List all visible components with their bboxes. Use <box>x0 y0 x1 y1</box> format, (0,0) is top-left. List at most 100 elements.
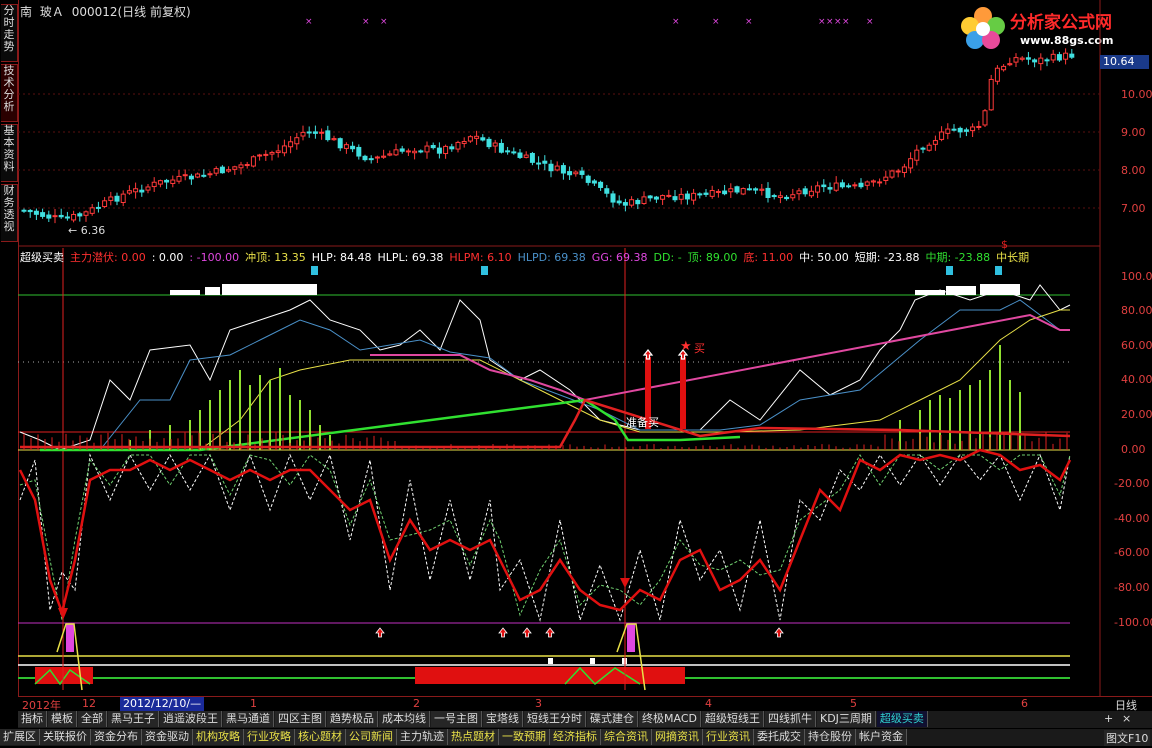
indicator-tab[interactable]: 全部 <box>78 711 107 727</box>
indicator-tab[interactable]: 黑马王子 <box>108 711 159 727</box>
candle-body <box>815 185 821 193</box>
indicator-axis-label: -80.00 <box>1114 581 1150 594</box>
info-tab[interactable]: 行业攻略 <box>244 729 295 745</box>
indicator-tab[interactable]: 一号主图 <box>431 711 482 727</box>
date-month: 5 <box>850 697 857 710</box>
indicator-tab[interactable]: 终极MACD <box>639 711 701 727</box>
indicator-axis-label: -40.00 <box>1114 512 1150 525</box>
indicator-header: 超级买卖 主力潜伏: 0.00: 0.00: -100.00 冲顶: 13.35 HL… <box>20 249 1100 265</box>
indicator-tab[interactable]: 宝塔线 <box>483 711 523 727</box>
indicator-tab[interactable]: KDJ三周期 <box>816 711 876 727</box>
svg-text:×: × <box>866 17 874 27</box>
indicator-tab[interactable]: 超级短线王 <box>701 711 764 727</box>
indicator-axis-label: 0.00 <box>1121 443 1146 456</box>
info-tab[interactable]: 公司新闻 <box>346 729 397 745</box>
indicator-tab[interactable]: 超级买卖 <box>876 711 928 727</box>
indicator-tab[interactable]: 碟式建仓 <box>587 711 638 727</box>
indicator-tab[interactable]: 模板 <box>48 711 77 727</box>
info-tab[interactable]: 资金驱动 <box>142 729 193 745</box>
candle-body <box>821 184 827 188</box>
candle-body <box>548 163 554 172</box>
candle-body <box>1025 57 1031 60</box>
info-tab[interactable]: 综合资讯 <box>601 729 652 745</box>
f10-button[interactable]: 图文F10 <box>1104 730 1151 746</box>
info-tab[interactable]: 主力轨迹 <box>397 729 448 745</box>
indicator-axis-label: 80.00 <box>1121 304 1152 317</box>
indicator-tabs: 指标 模板 全部 黑马王子 逍遥波段王 黑马通道 四区主图 趋势极品 成本均线 一号主图 宝塔线 短线… <box>18 711 1152 728</box>
candle-body <box>164 179 170 183</box>
info-tab[interactable]: 网摘资讯 <box>652 729 703 745</box>
candle-body <box>1063 52 1069 60</box>
indicator-tab[interactable]: 趋势极品 <box>327 711 378 727</box>
candle-body <box>281 145 287 154</box>
info-tab[interactable]: 资金分布 <box>91 729 142 745</box>
candle-body <box>864 181 870 186</box>
indicator-tab[interactable]: 四线抓牛 <box>764 711 816 727</box>
candle-body <box>188 175 194 180</box>
candle-body <box>957 127 963 133</box>
candle-body <box>765 187 771 198</box>
info-tab[interactable]: 扩展区 <box>0 729 40 745</box>
info-tab[interactable]: 经济指标 <box>550 729 601 745</box>
add-tab-icon[interactable]: + <box>1104 712 1113 725</box>
indicator-tab[interactable]: 逍遥波段王 <box>160 711 222 727</box>
current-price-tag: 10.64 <box>1100 55 1149 69</box>
candle-body <box>120 193 126 203</box>
info-tab[interactable]: 一致预期 <box>499 729 550 745</box>
info-tab[interactable]: 热点题材 <box>448 729 499 745</box>
candle-body <box>505 150 511 153</box>
candle-body <box>802 188 808 195</box>
candle-body <box>145 186 151 191</box>
info-tab[interactable]: 核心题材 <box>295 729 346 745</box>
candle-body <box>343 144 349 149</box>
candle-body <box>616 200 622 204</box>
indicator-value: : 0.00 <box>151 251 184 264</box>
candle-body <box>728 188 734 193</box>
indicator-axis-label: -100.00 <box>1114 616 1152 629</box>
candle-body <box>306 131 312 134</box>
candle-body <box>474 135 480 139</box>
buy-star-icon: ★ <box>680 339 692 354</box>
candle-body <box>976 125 982 128</box>
indicator-tab[interactable]: 成本均线 <box>379 711 430 727</box>
candle-body <box>170 179 176 184</box>
info-tab[interactable]: 帐户资金 <box>856 729 907 745</box>
indicator-tab[interactable]: 四区主图 <box>275 711 326 727</box>
indicator-tab[interactable]: 指标 <box>18 711 47 727</box>
candle-body <box>827 187 833 190</box>
info-tab[interactable]: 行业资讯 <box>703 729 754 745</box>
indicator-tab[interactable]: 黑马通道 <box>223 711 274 727</box>
candle-body <box>374 156 380 159</box>
candle-body <box>424 145 430 153</box>
price-axis-label: 9.00 <box>1121 126 1146 139</box>
candle-body <box>709 189 715 197</box>
candle-body <box>319 131 325 134</box>
indicator-value: HLP: 84.48 <box>311 251 372 264</box>
svg-text:×: × <box>826 17 834 27</box>
candle-body <box>58 214 64 218</box>
info-tab[interactable]: 委托成交 <box>754 729 805 745</box>
date-month: 4 <box>705 697 712 710</box>
period-label[interactable]: 日线 <box>1100 696 1152 712</box>
candle-body <box>908 158 914 169</box>
candle-body <box>219 166 225 174</box>
close-tab-icon[interactable]: × <box>1122 712 1131 725</box>
indicator-value: GG: 69.38 <box>591 251 648 264</box>
info-tab[interactable]: 持仓股份 <box>805 729 856 745</box>
candle-body <box>585 175 591 183</box>
candle-body <box>653 196 659 200</box>
indicator-tab[interactable]: 短线王分时 <box>524 711 586 727</box>
candle-body <box>883 176 889 182</box>
prepare-buy-label: 准备买 <box>626 416 659 429</box>
candle-body <box>573 171 579 175</box>
candle-body <box>89 207 95 214</box>
info-tab[interactable]: 关联报价 <box>40 729 91 745</box>
indicator-axis-label: -20.00 <box>1114 477 1150 490</box>
candle-body <box>226 169 232 172</box>
candle-body <box>312 131 318 134</box>
candle-body <box>629 199 635 206</box>
info-tab[interactable]: 机构攻略 <box>193 729 244 745</box>
candle-body <box>139 189 145 193</box>
indicator-value: HLPM: 6.10 <box>449 251 512 264</box>
candle-body <box>133 188 139 193</box>
